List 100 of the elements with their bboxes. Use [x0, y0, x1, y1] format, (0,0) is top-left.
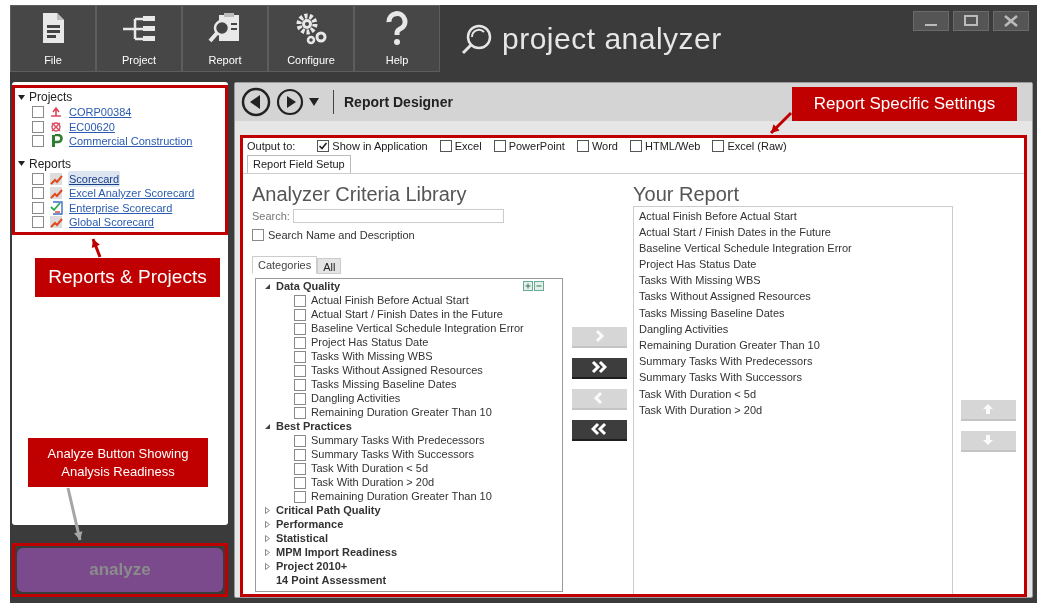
list-item[interactable]: Tasks With Missing WBS — [639, 272, 952, 289]
checkbox[interactable] — [493, 140, 506, 153]
checkbox[interactable] — [294, 462, 306, 475]
tree-link[interactable]: Global Scorecard — [68, 214, 155, 231]
list-item[interactable]: Actual Start / Finish Dates in the Future — [639, 223, 952, 240]
checkbox-label: Excel (Raw) — [727, 139, 787, 154]
list-item[interactable]: Summary Tasks With Successors — [639, 369, 952, 386]
tree-link[interactable]: CORP00384 — [68, 104, 133, 121]
collapse-all-icon — [534, 280, 544, 291]
checkbox[interactable] — [32, 201, 44, 214]
checkbox[interactable] — [294, 364, 306, 377]
checkbox[interactable] — [294, 350, 306, 363]
category-label: Data Quality — [276, 279, 341, 295]
tab[interactable]: All — [317, 257, 342, 274]
checkbox-label: Excel — [454, 139, 482, 154]
toolbar-button[interactable]: Report — [182, 5, 268, 72]
checkbox[interactable] — [294, 336, 306, 349]
tree-link[interactable]: Scorecard — [68, 170, 121, 187]
project-file-icon — [49, 134, 63, 149]
list-item[interactable]: Task With Duration > 20d — [639, 401, 952, 418]
checkbox[interactable] — [32, 120, 44, 133]
toolbar-button[interactable]: File — [10, 5, 96, 72]
minimize-icon — [925, 24, 937, 26]
checkbox[interactable] — [294, 434, 306, 447]
chart-icon — [49, 186, 63, 201]
callout-label: Reports & Projects — [35, 258, 220, 297]
search-label: Search: — [252, 208, 290, 224]
move-button[interactable] — [571, 419, 627, 441]
checkbox[interactable] — [294, 392, 306, 405]
checkbox[interactable] — [294, 322, 306, 335]
app-title: project analyzer — [502, 21, 722, 57]
criterion-label: Tasks Without Assigned Resources — [311, 363, 483, 379]
output-label: Output to: — [247, 139, 296, 154]
close-button[interactable] — [993, 11, 1029, 31]
checkbox[interactable] — [32, 216, 44, 229]
expand-all-icon — [523, 280, 533, 291]
checkbox[interactable] — [32, 187, 44, 200]
tab[interactable]: Report Field Setup — [247, 154, 351, 173]
criterion-label: Remaining Duration Greater Than 10 — [311, 489, 492, 505]
criterion-label: Dangling Activities — [311, 391, 401, 407]
checkbox[interactable] — [317, 140, 330, 153]
checkbox[interactable] — [252, 229, 264, 242]
checkbox[interactable] — [294, 294, 306, 307]
list-item[interactable]: Remaining Duration Greater Than 10 — [639, 337, 952, 354]
category-label: Project 2010+ — [276, 559, 348, 575]
criterion-label: Summary Tasks With Successors — [311, 447, 474, 463]
schedule-x-icon — [49, 119, 63, 134]
checkbox[interactable] — [294, 406, 306, 419]
checkbox-label: PowerPoint — [508, 139, 565, 154]
double-chevron-right-icon — [591, 360, 607, 374]
move-button[interactable] — [571, 357, 627, 379]
checkbox[interactable] — [32, 106, 44, 119]
section-heading: Analyzer Criteria Library — [252, 181, 468, 206]
list-item[interactable]: Dangling Activities — [639, 320, 952, 337]
section-title: Reports — [29, 155, 72, 173]
maximize-button[interactable] — [953, 11, 989, 31]
category-label: Best Practices — [276, 419, 352, 435]
toolbar-button[interactable]: Project — [96, 5, 182, 72]
list-item[interactable]: Tasks Missing Baseline Dates — [639, 304, 952, 321]
list-item[interactable]: Baseline Vertical Schedule Integration Error — [639, 239, 952, 257]
criterion-label: Tasks With Missing WBS — [311, 349, 433, 365]
list-item[interactable]: Actual Finish Before Actual Start — [639, 207, 952, 224]
checkbox[interactable] — [576, 140, 589, 153]
checkbox[interactable] — [439, 140, 452, 153]
checkbox[interactable] — [294, 476, 306, 489]
back-button[interactable] — [241, 87, 271, 117]
criterion-label: Remaining Duration Greater Than 10 — [311, 405, 492, 421]
search-field[interactable] — [292, 208, 504, 223]
tab[interactable]: Categories — [252, 255, 318, 274]
category-label: Critical Path Quality — [276, 503, 381, 519]
tree-link[interactable]: Enterprise Scorecard — [68, 199, 174, 216]
chart-icon — [49, 171, 63, 186]
list-item[interactable]: Tasks Without Assigned Resources — [639, 288, 952, 305]
checkbox[interactable] — [630, 140, 642, 153]
toolbar-button[interactable]: Help — [354, 5, 440, 72]
minimize-button[interactable] — [913, 11, 949, 31]
list-item[interactable]: Summary Tasks With Predecessors — [639, 353, 952, 370]
toolbar-button[interactable]: Configure — [268, 5, 354, 72]
checkbox[interactable] — [712, 140, 725, 153]
criterion-label: Baseline Vertical Schedule Integration Error — [311, 321, 524, 337]
chart-icon — [49, 215, 63, 230]
list-item[interactable]: Task With Duration < 5d — [639, 385, 952, 402]
checkbox[interactable] — [294, 448, 306, 461]
checkbox-label: HTML/Web — [645, 139, 701, 154]
schedule-icon — [49, 105, 63, 120]
checkbox-label: Show in Application — [332, 139, 428, 154]
forward-button[interactable] — [275, 87, 305, 117]
checkbox-label: Search Name and Description — [268, 228, 415, 243]
checkbox[interactable] — [294, 308, 306, 321]
close-icon — [1004, 15, 1018, 27]
tree-link[interactable]: Commercial Construction — [68, 133, 194, 150]
checkbox[interactable] — [32, 135, 44, 148]
tree-link[interactable]: Excel Analyzer Scorecard — [68, 185, 196, 202]
list-item[interactable]: Project Has Status Date — [639, 256, 952, 273]
tree-link[interactable]: EC00620 — [68, 118, 116, 135]
checkbox[interactable] — [294, 378, 306, 391]
criterion-label: Task With Duration < 5d — [311, 461, 429, 477]
checkbox[interactable] — [294, 490, 306, 503]
double-chevron-left-icon — [591, 422, 607, 436]
checkbox[interactable] — [32, 172, 44, 185]
